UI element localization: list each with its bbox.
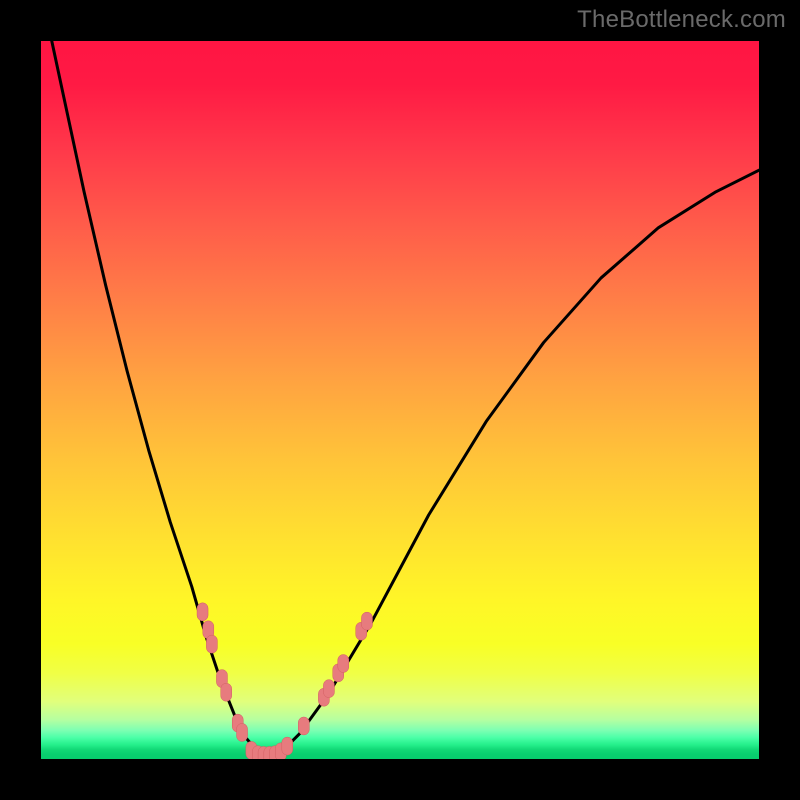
- data-marker: [338, 655, 349, 673]
- data-marker: [323, 680, 334, 698]
- watermark-text: TheBottleneck.com: [577, 6, 786, 34]
- data-marker: [282, 737, 293, 755]
- data-marker: [298, 717, 309, 735]
- data-marker: [197, 603, 208, 621]
- data-marker: [361, 612, 372, 630]
- bottleneck-curve: [41, 41, 759, 755]
- data-marker: [206, 635, 217, 653]
- data-marker: [237, 723, 248, 741]
- bottleneck-chart: [41, 41, 759, 759]
- data-marker: [221, 683, 232, 701]
